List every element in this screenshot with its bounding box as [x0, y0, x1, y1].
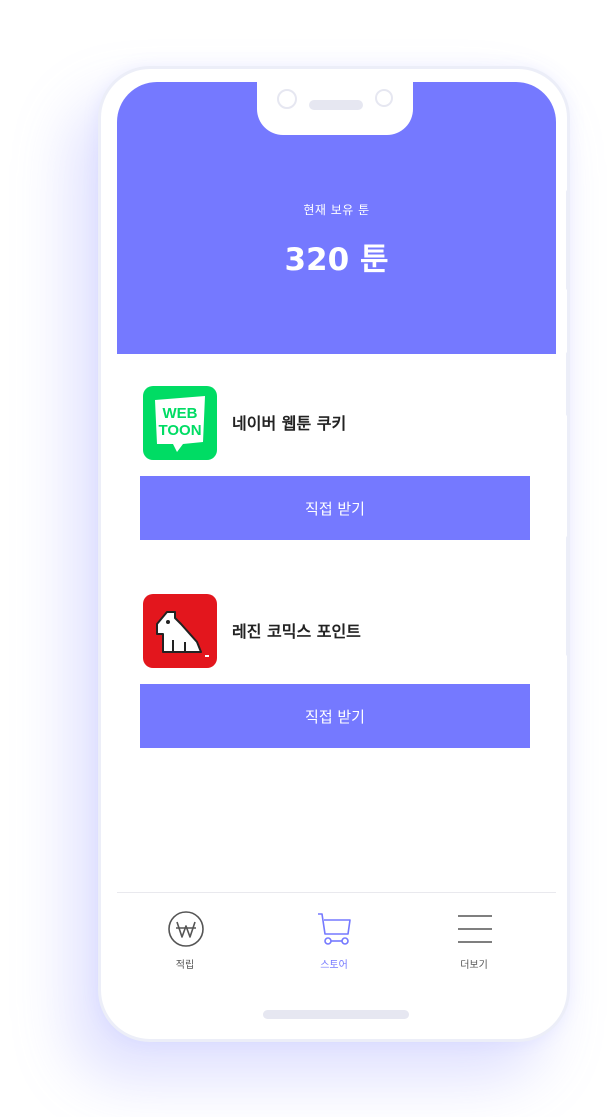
nav-item-earn[interactable]: 적립 [135, 904, 235, 974]
nav-label-earn: 적립 [175, 960, 195, 971]
webtoon-logo-line1: WEB [163, 405, 198, 422]
page: 현재 보유 툰 320 툰 WEB TOON 네이버 웹툰 쿠키 직접 받기 레… [0, 0, 612, 1117]
cart-icon [318, 913, 351, 945]
app-name-webtoon: 네이버 웹툰 쿠키 [232, 414, 347, 433]
webtoon-logo-line2: TOON [158, 422, 201, 439]
nav-item-store[interactable]: 스토어 [284, 904, 384, 974]
balance-header: 현재 보유 툰 320 툰 [117, 82, 556, 354]
app-name-lezhin: 레진 코믹스 포인트 [232, 622, 361, 641]
phone-side-button [566, 536, 570, 656]
nav-label-store: 스토어 [320, 960, 348, 971]
nav-divider [117, 892, 556, 893]
receive-button-webtoon[interactable]: 직접 받기 [140, 476, 530, 540]
webtoon-logo-icon: WEB TOON [143, 386, 217, 460]
phone-side-button [566, 190, 570, 290]
nav-item-more[interactable]: 더보기 [424, 904, 524, 974]
phone-screen: 현재 보유 툰 320 툰 WEB TOON 네이버 웹툰 쿠키 직접 받기 레… [117, 82, 556, 992]
camera-icon [277, 89, 297, 109]
menu-icon [458, 915, 492, 943]
phone-side-button [566, 352, 570, 416]
phone-notch [257, 82, 413, 135]
nav-label-more: 더보기 [460, 960, 488, 971]
home-indicator [263, 1010, 409, 1019]
balance-label: 현재 보유 툰 [303, 203, 370, 217]
balance-value: 320 툰 [284, 242, 389, 278]
won-coin-icon [168, 911, 204, 947]
receive-button-lezhin[interactable]: 직접 받기 [140, 684, 530, 748]
lezhin-dog-logo-icon [143, 594, 217, 668]
speaker-icon [309, 100, 363, 110]
sensor-icon [375, 89, 393, 107]
